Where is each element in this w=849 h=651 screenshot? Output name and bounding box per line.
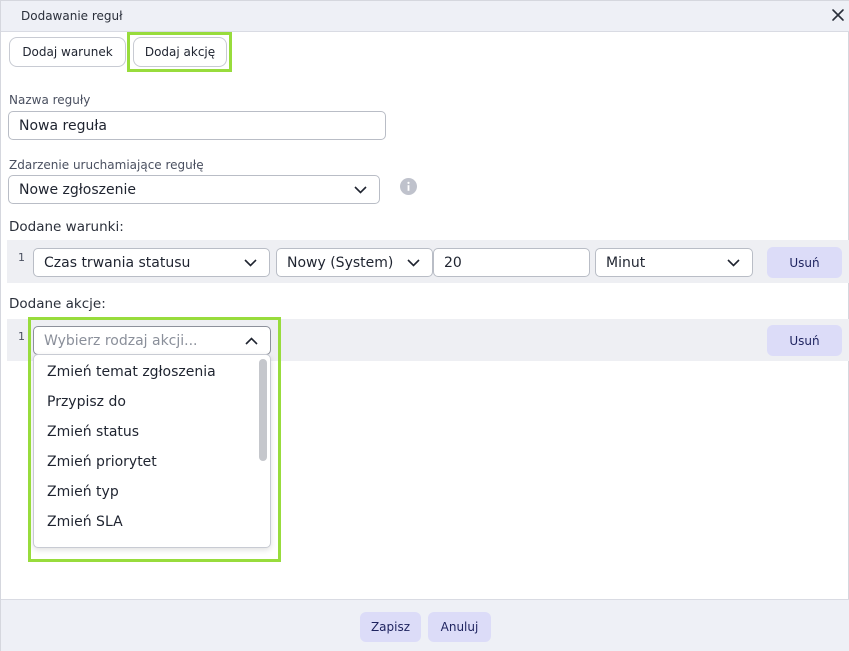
chevron-down-icon	[727, 258, 740, 267]
actions-label: Dodane akcje:	[9, 296, 106, 312]
condition-unit-value: Minut	[606, 254, 646, 271]
trigger-label: Zdarzenie uruchamiające regułę	[9, 158, 204, 172]
action-option[interactable]: Zmień SLA	[47, 514, 123, 530]
rule-dialog: Dodawanie reguł Dodaj warunek Dodaj akcj…	[0, 0, 849, 651]
rule-name-label: Nazwa reguły	[9, 93, 91, 107]
save-button[interactable]: Zapisz	[360, 612, 421, 642]
condition-status-value: Nowy (System)	[287, 254, 394, 271]
trigger-select[interactable]: Nowe zgłoszenie	[8, 175, 380, 204]
add-action-button[interactable]: Dodaj akcję	[133, 37, 227, 67]
chevron-down-icon	[244, 258, 257, 267]
cancel-button[interactable]: Anuluj	[428, 612, 491, 642]
action-option[interactable]: Zmień status	[47, 424, 139, 440]
action-option[interactable]: Zmień priorytet	[47, 454, 157, 470]
dialog-footer	[1, 599, 849, 651]
action-type-select[interactable]: Wybierz rodzaj akcji...	[33, 326, 271, 355]
remove-condition-button[interactable]: Usuń	[767, 247, 842, 278]
action-row-number: 1	[18, 330, 25, 343]
condition-amount-input[interactable]: 20	[433, 248, 590, 277]
condition-amount-value: 20	[444, 254, 462, 271]
condition-row-number: 1	[18, 251, 25, 264]
action-option[interactable]: Przypisz do	[47, 394, 126, 410]
add-condition-button[interactable]: Dodaj warunek	[9, 37, 126, 67]
chevron-up-icon	[245, 336, 258, 345]
condition-field-select[interactable]: Czas trwania statusu	[33, 248, 270, 277]
condition-unit-select[interactable]: Minut	[595, 248, 753, 277]
action-type-placeholder: Wybierz rodzaj akcji...	[44, 332, 198, 349]
action-option[interactable]: Zmień temat zgłoszenia	[47, 364, 216, 380]
dialog-titlebar: Dodawanie reguł	[1, 1, 849, 32]
chevron-down-icon	[354, 185, 367, 194]
rule-name-value: Nowa reguła	[19, 117, 107, 134]
action-options-dropdown: Zmień temat zgłoszenia Przypisz do Zmień…	[33, 354, 271, 548]
close-icon[interactable]	[830, 7, 846, 23]
conditions-label: Dodane warunki:	[9, 219, 124, 235]
condition-field-value: Czas trwania statusu	[44, 254, 191, 271]
condition-status-select[interactable]: Nowy (System)	[276, 248, 433, 277]
trigger-value: Nowe zgłoszenie	[19, 181, 136, 198]
chevron-down-icon	[407, 258, 420, 267]
dialog-title: Dodawanie reguł	[21, 9, 123, 23]
rule-name-input[interactable]: Nowa reguła	[8, 111, 386, 140]
dropdown-scrollbar[interactable]	[259, 359, 267, 461]
action-option[interactable]: Zmień typ	[47, 484, 119, 500]
info-icon[interactable]	[400, 178, 417, 195]
remove-action-button[interactable]: Usuń	[767, 325, 842, 356]
